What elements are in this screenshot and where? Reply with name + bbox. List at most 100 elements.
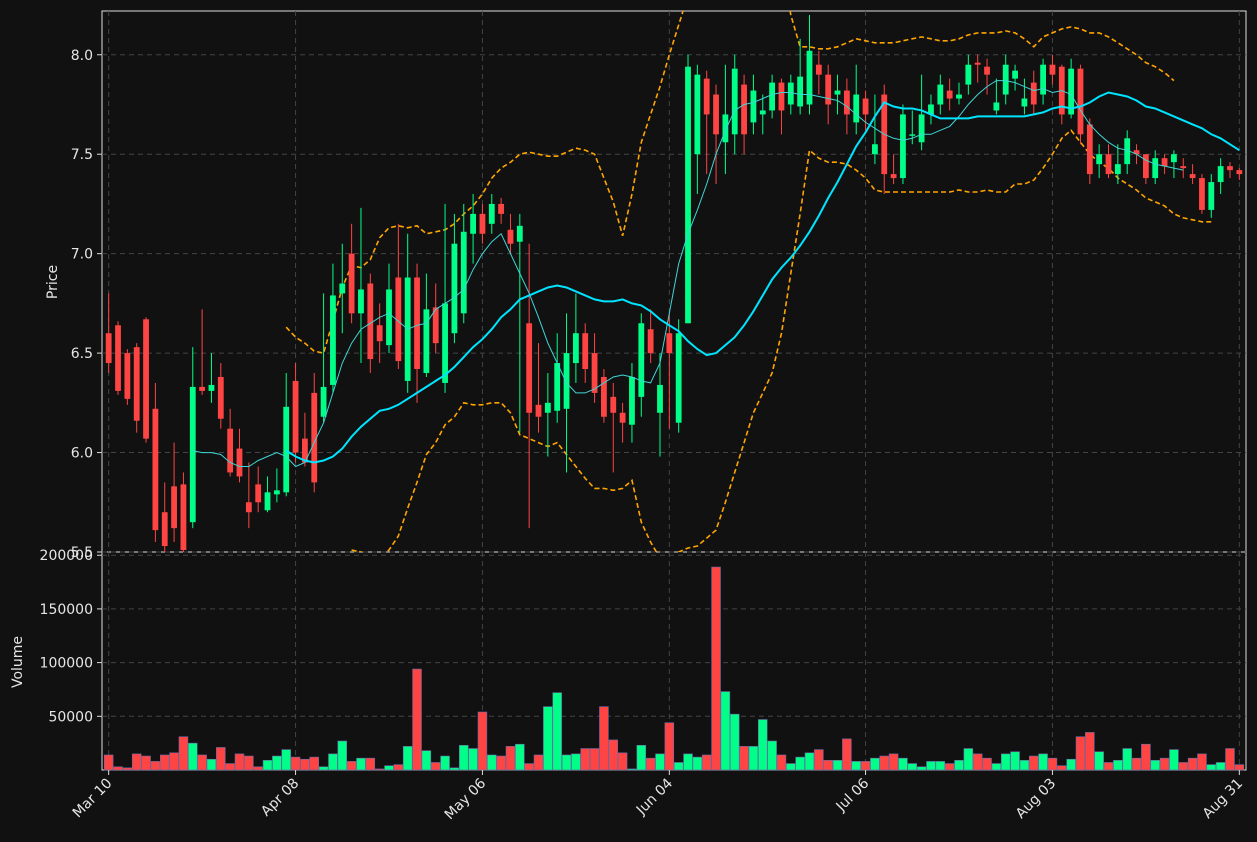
candle — [217, 363, 224, 429]
x-tick-label: Apr 08 — [258, 776, 302, 820]
candle — [1171, 150, 1177, 179]
volume-bar — [430, 762, 441, 771]
candle-body — [1114, 164, 1121, 175]
candle — [535, 343, 542, 433]
volume-bar — [281, 749, 291, 771]
candle-body — [582, 333, 589, 370]
candle — [974, 54, 981, 83]
candle — [582, 323, 589, 383]
volume-bar — [505, 746, 516, 771]
candle-body — [1105, 154, 1112, 175]
volume-bar — [1113, 760, 1123, 771]
candle-body — [1002, 64, 1009, 95]
candle-body — [1236, 170, 1243, 175]
candle-body — [273, 490, 280, 495]
volume-bar — [290, 756, 301, 771]
candle — [264, 476, 271, 513]
candle — [900, 104, 906, 185]
candle — [890, 154, 897, 185]
volume-bar — [1000, 753, 1011, 771]
candle — [1208, 174, 1215, 218]
volume-bar — [113, 766, 123, 771]
candle-body — [498, 203, 505, 214]
candle — [358, 207, 364, 364]
volume-bar — [122, 767, 133, 771]
candle-body — [339, 283, 346, 294]
candle — [180, 472, 187, 552]
candle-body — [255, 484, 262, 503]
candle — [311, 372, 318, 493]
volume-bar — [926, 761, 936, 771]
candle — [928, 94, 934, 125]
candle — [292, 363, 299, 463]
volume-bar — [346, 761, 357, 771]
candle-body — [984, 66, 990, 75]
candlestick-chart: 5.56.06.57.07.58.05000010000015000020000… — [10, 10, 1247, 823]
volume-axis-label: Volume — [10, 636, 26, 688]
volume-bar — [402, 746, 413, 771]
volume-bar — [337, 740, 348, 771]
candle — [619, 402, 626, 443]
candle — [414, 263, 420, 403]
candle — [722, 64, 729, 175]
volume-tick-label: 50000 — [48, 709, 93, 725]
volume-bar — [206, 758, 217, 771]
candle — [713, 84, 719, 185]
candle — [638, 313, 645, 417]
candle-body — [161, 512, 168, 547]
candle-body — [171, 486, 177, 529]
volume-bar — [496, 755, 506, 771]
price-tick-label: 7.0 — [71, 247, 93, 263]
candle — [572, 293, 579, 383]
volume-bar — [477, 711, 488, 771]
volume-bar — [1122, 748, 1132, 771]
volume-bar — [1075, 736, 1086, 771]
candle — [750, 74, 757, 135]
bollinger-lower-line — [351, 129, 1212, 552]
volume-bar — [487, 754, 497, 771]
candle-body — [713, 94, 719, 135]
candle — [956, 82, 962, 105]
candle-body — [1217, 166, 1224, 183]
candle — [1152, 150, 1159, 185]
volume-bar — [1234, 764, 1245, 771]
candle-body — [890, 174, 897, 179]
candle — [937, 74, 944, 115]
price-tick-label: 8.0 — [71, 48, 93, 64]
candle-body — [872, 144, 878, 155]
candle-body — [376, 325, 383, 342]
candle — [227, 408, 234, 477]
volume-bar — [711, 566, 721, 771]
volume-bar — [823, 760, 833, 771]
candle — [124, 349, 131, 405]
volume-bar — [318, 766, 329, 771]
volume-bar — [870, 757, 880, 771]
candle-body — [330, 295, 336, 385]
candle — [769, 74, 776, 119]
candle — [881, 84, 888, 194]
candle-body — [638, 323, 645, 397]
candle-body — [1161, 158, 1168, 167]
candle — [1002, 54, 1009, 105]
candle-body — [591, 353, 598, 393]
volume-bar — [244, 755, 254, 771]
volume-bar — [842, 738, 852, 771]
volume-bar — [589, 748, 600, 771]
candle — [423, 273, 430, 377]
candle-body — [507, 229, 514, 244]
candle — [797, 38, 804, 115]
candle — [189, 347, 196, 529]
candle — [1180, 158, 1187, 179]
candle-body — [778, 82, 785, 111]
volume-bar — [524, 763, 534, 771]
volume-bar — [636, 745, 647, 771]
volume-bar — [720, 691, 731, 771]
volume-bar — [888, 753, 899, 771]
volume-bar — [150, 761, 161, 771]
x-tick-label: May 06 — [442, 775, 490, 823]
candle-body — [1152, 158, 1159, 179]
candle-body — [348, 253, 355, 314]
candle — [386, 263, 392, 354]
candle — [685, 54, 691, 324]
candle-body — [124, 353, 131, 399]
